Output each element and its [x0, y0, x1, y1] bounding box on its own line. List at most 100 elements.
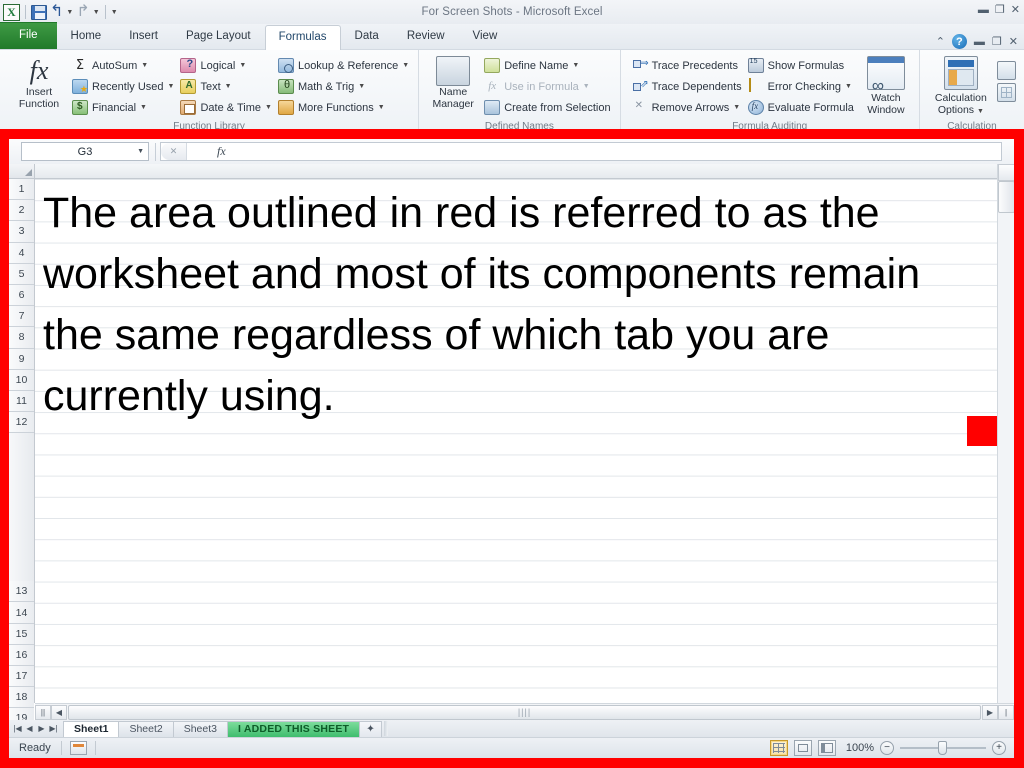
- zoom-out-button[interactable]: −: [880, 741, 894, 755]
- first-sheet-button[interactable]: |◀: [12, 724, 23, 733]
- evaluate-formula-button[interactable]: Evaluate Formula: [746, 97, 858, 118]
- horizontal-scrollbar[interactable]: || ◀ |||| ▶ |: [35, 703, 1014, 720]
- logical-button[interactable]: Logical ▼: [178, 55, 275, 76]
- row-header[interactable]: 7: [9, 306, 34, 328]
- scroll-right-button[interactable]: ▶: [982, 704, 998, 720]
- next-sheet-button[interactable]: ▶: [36, 724, 47, 733]
- calculate-now-icon[interactable]: [996, 61, 1016, 80]
- row-header[interactable]: 6: [9, 284, 34, 307]
- tab-data[interactable]: Data: [341, 24, 393, 49]
- tab-view[interactable]: View: [459, 24, 512, 49]
- tab-file[interactable]: File: [0, 22, 57, 49]
- chevron-down-icon[interactable]: ▼: [572, 62, 579, 69]
- tab-split-handle[interactable]: [383, 721, 388, 736]
- select-all-button[interactable]: [9, 164, 34, 179]
- row-header[interactable]: 9: [9, 348, 34, 370]
- row-header[interactable]: 15: [9, 623, 34, 645]
- chevron-down-icon[interactable]: ▼: [225, 83, 232, 90]
- horizontal-scroll-thumb[interactable]: ||||: [68, 704, 981, 720]
- tab-review[interactable]: Review: [393, 24, 459, 49]
- row-header[interactable]: 16: [9, 644, 34, 666]
- row-header[interactable]: 5: [9, 263, 34, 285]
- zoom-slider-thumb[interactable]: [938, 741, 947, 755]
- tab-page-layout[interactable]: Page Layout: [172, 24, 265, 49]
- row-header[interactable]: 12: [9, 412, 34, 434]
- formula-input[interactable]: ✕ fx: [160, 142, 1002, 161]
- tab-home[interactable]: Home: [57, 24, 116, 49]
- create-from-selection-button[interactable]: Create from Selection: [482, 97, 614, 118]
- remove-arrows-button[interactable]: Remove Arrows ▼: [630, 97, 746, 118]
- scroll-up-button[interactable]: [998, 164, 1014, 181]
- error-checking-button[interactable]: Error Checking ▼: [746, 76, 858, 97]
- row-header[interactable]: 10: [9, 369, 34, 391]
- sheet-tab-sheet3[interactable]: Sheet3: [172, 720, 228, 737]
- last-sheet-button[interactable]: ▶|: [48, 724, 59, 733]
- window-controls[interactable]: ▬ ❐ ✕: [978, 3, 1020, 17]
- row-header[interactable]: 13: [9, 581, 34, 603]
- formula-text[interactable]: [251, 143, 1001, 160]
- chevron-down-icon[interactable]: ▼: [583, 83, 590, 90]
- financial-button[interactable]: Financial ▼: [70, 97, 178, 118]
- row-header[interactable]: 8: [9, 327, 34, 349]
- use-in-formula-button[interactable]: fx Use in Formula ▼: [482, 76, 614, 97]
- chevron-down-icon[interactable]: ▼: [140, 104, 147, 111]
- restore-icon[interactable]: ❐: [995, 3, 1005, 16]
- sheet-tab-i-added-this-sheet[interactable]: I ADDED THIS SHEET: [227, 720, 361, 737]
- row-header[interactable]: 18: [9, 687, 34, 709]
- name-box[interactable]: G3 ▼: [21, 142, 149, 161]
- prev-sheet-button[interactable]: ◀: [24, 724, 35, 733]
- scroll-left-button[interactable]: ◀: [51, 704, 67, 720]
- lookup-reference-button[interactable]: Lookup & Reference ▼: [276, 55, 413, 76]
- close-icon[interactable]: ✕: [1011, 3, 1020, 16]
- help-icon[interactable]: ?: [951, 34, 967, 49]
- workbook-minimize-icon[interactable]: ▬: [974, 36, 985, 48]
- chevron-down-icon[interactable]: ▼: [402, 62, 409, 69]
- chevron-down-icon[interactable]: ▼: [141, 62, 148, 69]
- workbook-close-icon[interactable]: ✕: [1009, 35, 1018, 48]
- row-header[interactable]: 11: [9, 390, 34, 413]
- split-handle-left[interactable]: ||: [35, 704, 51, 720]
- date-time-button[interactable]: Date & Time ▼: [178, 97, 275, 118]
- chevron-down-icon[interactable]: ▼: [265, 104, 272, 111]
- chevron-down-icon[interactable]: ▼: [137, 148, 144, 155]
- row-header[interactable]: 14: [9, 602, 34, 624]
- row-header[interactable]: 3: [9, 221, 34, 243]
- split-handle-right[interactable]: |: [998, 704, 1014, 720]
- tab-formulas[interactable]: Formulas: [264, 25, 341, 50]
- vertical-scrollbar[interactable]: [967, 164, 1014, 703]
- chevron-down-icon[interactable]: ▼: [168, 83, 175, 90]
- record-macro-icon[interactable]: [69, 741, 87, 755]
- insert-worksheet-icon[interactable]: ✦: [359, 720, 382, 737]
- column-headers[interactable]: [35, 164, 997, 179]
- workbook-restore-icon[interactable]: ❐: [992, 35, 1002, 48]
- row-header[interactable]: 2: [9, 200, 34, 222]
- row-header[interactable]: 4: [9, 242, 34, 264]
- page-layout-view-button[interactable]: [794, 740, 812, 756]
- insert-function-fx-icon[interactable]: fx: [217, 144, 226, 159]
- math-trig-button[interactable]: Math & Trig ▼: [276, 76, 413, 97]
- tab-insert[interactable]: Insert: [115, 24, 172, 49]
- vertical-scroll-thumb[interactable]: [998, 181, 1014, 213]
- row-header[interactable]: 1: [9, 179, 34, 201]
- more-functions-button[interactable]: More Functions ▼: [276, 97, 413, 118]
- minimize-icon[interactable]: ▬: [978, 4, 989, 16]
- chevron-down-icon[interactable]: ▼: [378, 104, 385, 111]
- minimize-ribbon-icon[interactable]: ⌃: [936, 35, 945, 48]
- chevron-down-icon[interactable]: ▼: [358, 83, 365, 90]
- chevron-down-icon[interactable]: ▼: [977, 108, 984, 115]
- calculate-sheet-icon[interactable]: [996, 83, 1016, 102]
- sheet-tab-sheet2[interactable]: Sheet2: [118, 720, 174, 737]
- chevron-down-icon[interactable]: ▼: [239, 62, 246, 69]
- trace-dependents-button[interactable]: Trace Dependents: [630, 76, 746, 97]
- show-formulas-button[interactable]: Show Formulas: [746, 55, 858, 76]
- row-header[interactable]: 17: [9, 666, 34, 688]
- sheet-nav-buttons[interactable]: |◀ ◀ ▶ ▶|: [9, 724, 63, 733]
- formula-bar-buttons[interactable]: ✕: [161, 143, 187, 160]
- normal-view-button[interactable]: [770, 740, 788, 756]
- define-name-button[interactable]: Define Name ▼: [482, 55, 614, 76]
- chevron-down-icon[interactable]: ▼: [845, 83, 852, 90]
- zoom-in-button[interactable]: +: [992, 741, 1006, 755]
- text-button[interactable]: Text ▼: [178, 76, 275, 97]
- trace-precedents-button[interactable]: Trace Precedents: [630, 55, 746, 76]
- autosum-button[interactable]: Σ AutoSum ▼: [70, 55, 178, 76]
